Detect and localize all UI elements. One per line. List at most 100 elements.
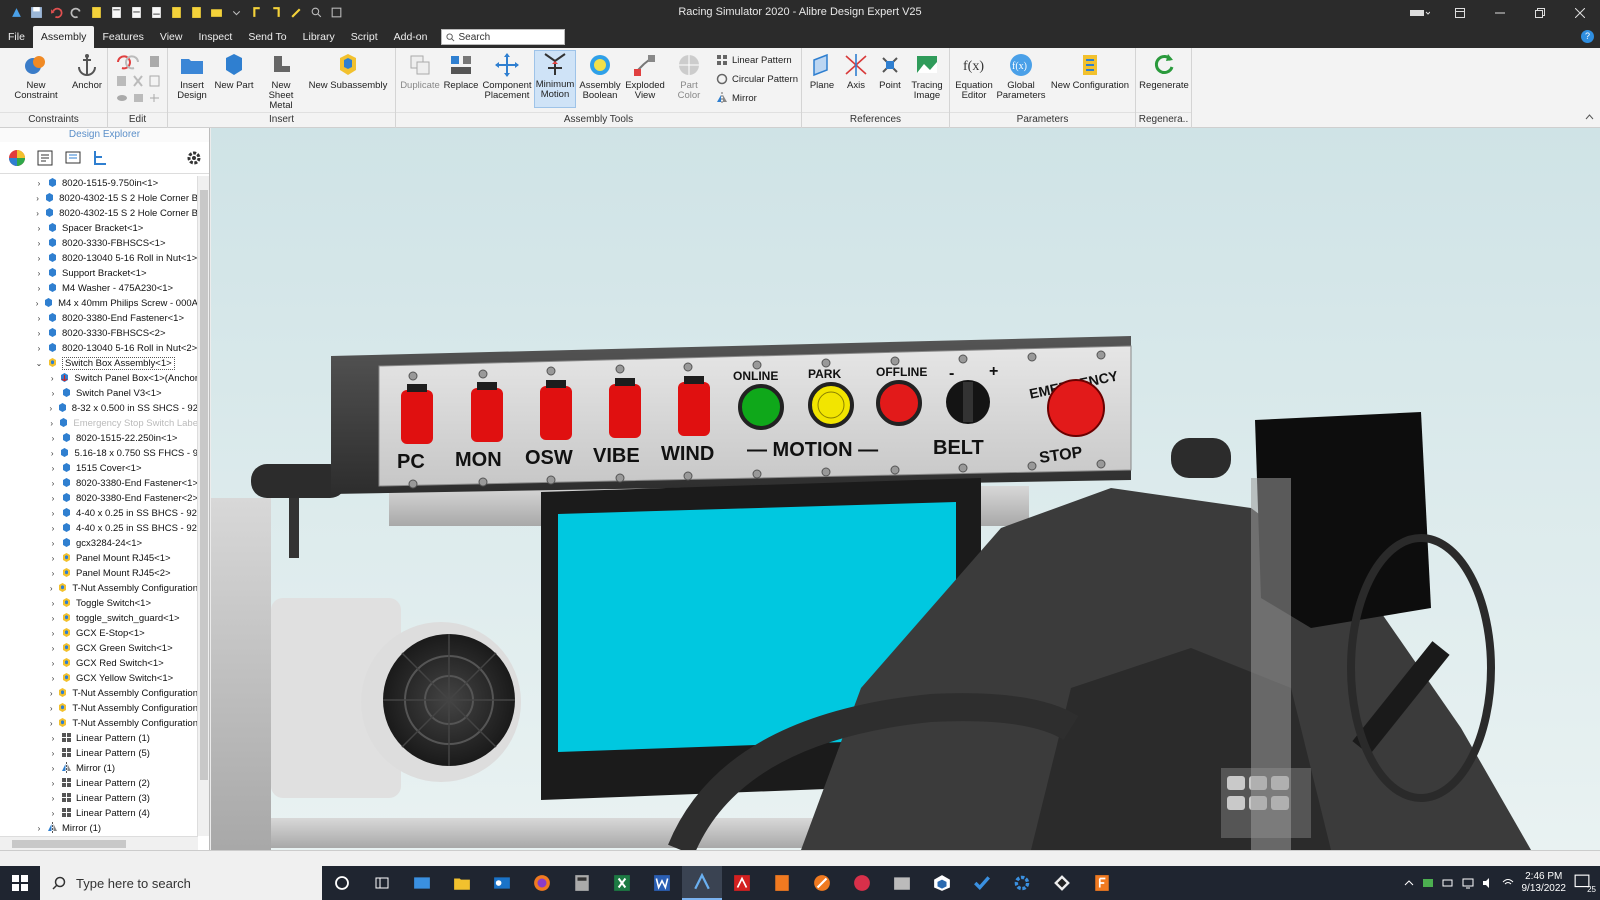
- point-button[interactable]: Point: [874, 52, 906, 91]
- chevron-right-icon[interactable]: ›: [48, 464, 58, 473]
- app-red-icon[interactable]: [842, 866, 882, 900]
- wifi-icon[interactable]: [1502, 877, 1514, 889]
- acrobat-icon[interactable]: [722, 866, 762, 900]
- chevron-right-icon[interactable]: ›: [48, 599, 58, 608]
- menu-script[interactable]: Script: [343, 26, 386, 48]
- scroll-thumb-horizontal[interactable]: [12, 840, 126, 848]
- chevron-right-icon[interactable]: ›: [34, 329, 44, 338]
- tree-item[interactable]: › toggle_switch_guard<1>: [0, 611, 198, 626]
- search-input[interactable]: Search: [441, 29, 566, 45]
- chevron-right-icon[interactable]: ›: [48, 809, 58, 818]
- windows-start-icon[interactable]: [0, 866, 40, 900]
- chevron-right-icon[interactable]: ›: [48, 509, 58, 518]
- clock[interactable]: 2:46 PM 9/13/2022: [1522, 871, 1567, 895]
- network-icon[interactable]: [1462, 877, 1474, 889]
- scroll-thumb[interactable]: [200, 190, 208, 780]
- menu-library[interactable]: Library: [295, 26, 343, 48]
- tree-item[interactable]: › 8020-4302-15 S 2 Hole Corner B: [0, 191, 198, 206]
- tree-item[interactable]: › 8020-13040 5-16 Roll in Nut<1>: [0, 251, 198, 266]
- chevron-right-icon[interactable]: ›: [34, 209, 41, 218]
- regenerate-button[interactable]: Regenerate: [1138, 52, 1190, 91]
- tracing-image-button[interactable]: Tracing Image: [908, 52, 946, 101]
- close-icon[interactable]: [1560, 0, 1600, 26]
- tree-item[interactable]: › 8020-3380-End Fastener<2>: [0, 491, 198, 506]
- tree-item[interactable]: › Linear Pattern (4): [0, 806, 198, 821]
- menu-assembly[interactable]: Assembly: [32, 26, 95, 48]
- excel-icon[interactable]: [602, 866, 642, 900]
- assembly-boolean-button[interactable]: Assembly Boolean: [578, 52, 622, 101]
- tree-item[interactable]: › T-Nut Assembly Configuration: [0, 686, 198, 701]
- tree-item[interactable]: › 8020-3380-End Fastener<1>: [0, 311, 198, 326]
- chevron-right-icon[interactable]: ›: [48, 734, 58, 743]
- tree-item[interactable]: › M4 x 40mm Philips Screw - 000A: [0, 296, 198, 311]
- firefox-icon[interactable]: [522, 866, 562, 900]
- chevron-right-icon[interactable]: ›: [48, 494, 58, 503]
- tree-item[interactable]: › 8020-13040 5-16 Roll in Nut<2>: [0, 341, 198, 356]
- tree-item[interactable]: › Linear Pattern (5): [0, 746, 198, 761]
- chevron-right-icon[interactable]: ›: [48, 614, 58, 623]
- calculator-icon[interactable]: [562, 866, 602, 900]
- app-gray-icon[interactable]: [882, 866, 922, 900]
- equation-editor-button[interactable]: f(x) Equation Editor: [954, 52, 994, 101]
- tree-item[interactable]: › 8020-1515-22.250in<1>: [0, 431, 198, 446]
- tree-item[interactable]: ⌄ Switch Box Assembly<1>: [0, 356, 198, 371]
- tree-item[interactable]: › GCX Green Switch<1>: [0, 641, 198, 656]
- tree-item[interactable]: › Linear Pattern (1): [0, 731, 198, 746]
- color-wheel-icon[interactable]: [8, 149, 26, 167]
- tree-item[interactable]: › T-Nut Assembly Configuration: [0, 581, 198, 596]
- tree-item[interactable]: › 4-40 x 0.25 in SS BHCS - 92: [0, 521, 198, 536]
- menu-file[interactable]: File: [0, 26, 33, 48]
- tree-item[interactable]: › 8-32 x 0.500 in SS SHCS - 92: [0, 401, 198, 416]
- chevron-right-icon[interactable]: ›: [48, 389, 58, 398]
- app-check-icon[interactable]: [962, 866, 1002, 900]
- tree-item[interactable]: › 5.16-18 x 0.750 SS FHCS - 9: [0, 446, 198, 461]
- task-view-icon[interactable]: [362, 866, 402, 900]
- app-cube-icon[interactable]: [922, 866, 962, 900]
- tree-item[interactable]: › 8020-3380-End Fastener<1>: [0, 476, 198, 491]
- file-explorer-icon[interactable]: [442, 866, 482, 900]
- chevron-right-icon[interactable]: ›: [34, 239, 44, 248]
- chevron-right-icon[interactable]: ›: [48, 374, 56, 383]
- notifications-icon[interactable]: 25: [1574, 874, 1596, 894]
- tree-item[interactable]: › 8020-3330-FBHSCS<2>: [0, 326, 198, 341]
- component-placement-button[interactable]: Component Placement: [482, 52, 532, 101]
- tree-horizontal-scrollbar[interactable]: [0, 836, 198, 850]
- axis-button[interactable]: Axis: [840, 52, 872, 91]
- chevron-right-icon[interactable]: ›: [48, 749, 58, 758]
- layout-toggle[interactable]: [1400, 0, 1440, 26]
- insert-design-button[interactable]: Insert Design: [174, 52, 210, 101]
- linear-pattern-button[interactable]: Linear Pattern: [716, 54, 792, 66]
- tree-item[interactable]: › Toggle Switch<1>: [0, 596, 198, 611]
- chevron-right-icon[interactable]: ›: [34, 254, 44, 263]
- tree-item[interactable]: › Linear Pattern (2): [0, 776, 198, 791]
- circular-pattern-button[interactable]: Circular Pattern: [716, 73, 798, 85]
- tree-item[interactable]: › Panel Mount RJ45<1>: [0, 551, 198, 566]
- word-icon[interactable]: [642, 866, 682, 900]
- tree-view-icon[interactable]: [92, 149, 110, 167]
- exploded-view-button[interactable]: Exploded View: [624, 52, 666, 101]
- properties-icon[interactable]: [36, 149, 54, 167]
- tree-item[interactable]: › GCX E-Stop<1>: [0, 626, 198, 641]
- replace-button[interactable]: Replace: [442, 52, 480, 91]
- chevron-right-icon[interactable]: ›: [34, 194, 41, 203]
- menu-features[interactable]: Features: [94, 26, 151, 48]
- chevron-right-icon[interactable]: ›: [48, 629, 58, 638]
- app-orange-square-icon[interactable]: [1082, 866, 1122, 900]
- taskbar-search[interactable]: Type here to search: [40, 866, 322, 900]
- tree-item[interactable]: › GCX Yellow Switch<1>: [0, 671, 198, 686]
- duplicate-button[interactable]: Duplicate: [400, 52, 440, 91]
- battery-icon[interactable]: [1442, 877, 1454, 889]
- tree-item[interactable]: › Emergency Stop Switch Labe: [0, 416, 198, 431]
- chevron-right-icon[interactable]: ›: [34, 179, 44, 188]
- minimum-motion-button[interactable]: Minimum Motion: [534, 50, 576, 108]
- chevron-right-icon[interactable]: ›: [48, 674, 58, 683]
- desktop-app-icon[interactable]: [402, 866, 442, 900]
- chevron-right-icon[interactable]: ›: [48, 764, 58, 773]
- chevron-right-icon[interactable]: ›: [34, 824, 44, 833]
- plane-button[interactable]: Plane: [806, 52, 838, 91]
- outlook-icon[interactable]: [482, 866, 522, 900]
- tree-item[interactable]: › Switch Panel Box<1>(Anchor: [0, 371, 198, 386]
- restore-icon[interactable]: [1520, 0, 1560, 26]
- chevron-right-icon[interactable]: ›: [48, 569, 58, 578]
- tree-item[interactable]: › 1515 Cover<1>: [0, 461, 198, 476]
